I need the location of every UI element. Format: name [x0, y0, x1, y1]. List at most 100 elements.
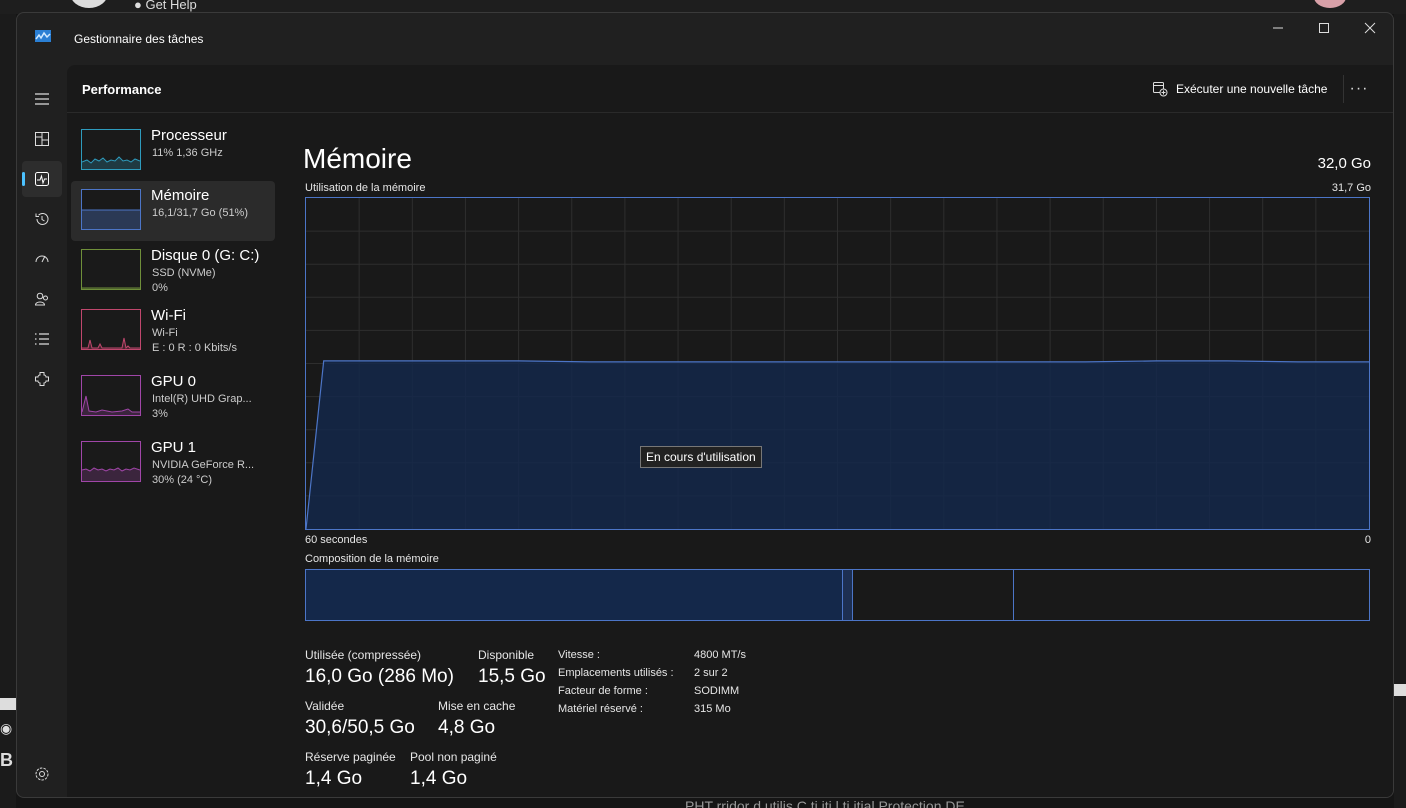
- paged-pool-value: 1,4 Go: [305, 768, 363, 789]
- chart-x-label-left: 60 secondes: [305, 534, 368, 546]
- composition-standby: [853, 570, 1014, 620]
- close-button[interactable]: [1347, 13, 1393, 43]
- cached-value: 4,8 Go: [438, 717, 496, 738]
- nav-performance[interactable]: [22, 161, 62, 197]
- startup-apps-icon: [35, 255, 49, 263]
- form-factor-key: Facteur de forme :: [558, 685, 648, 697]
- chart-x-label-right: 0: [1364, 534, 1371, 546]
- nav-users[interactable]: [22, 281, 62, 317]
- processes-icon: [35, 132, 49, 146]
- sidebar-item-gpu1[interactable]: GPU 1 NVIDIA GeForce R... 30% (24 °C): [71, 433, 275, 499]
- sidebar-item-gpu0-detail: Intel(R) UHD Grap...: [152, 393, 252, 405]
- users-icon: [34, 292, 48, 306]
- sidebar-item-processor-thumbnail: [81, 129, 141, 170]
- sidebar-item-wifi-name: Wi-Fi: [151, 307, 186, 324]
- hamburger-menu-button[interactable]: [22, 81, 62, 117]
- background-bottom-text: PHT rridor d utilis C ti iti l ti itial …: [685, 798, 965, 808]
- sidebar-item-memory[interactable]: Mémoire 16,1/31,7 Go (51%): [71, 181, 275, 241]
- nav-app-history[interactable]: [22, 201, 62, 237]
- available-value: 15,5 Go: [478, 666, 546, 687]
- composition-modified: [842, 570, 853, 620]
- slots-used-value: 2 sur 2: [694, 667, 728, 679]
- in-use-tooltip: En cours d'utilisation: [640, 446, 762, 468]
- cached-label: Mise en cache: [438, 699, 516, 713]
- details-icon: [35, 333, 49, 345]
- speed-value: 4800 MT/s: [694, 649, 746, 661]
- available-label: Disponible: [478, 648, 535, 662]
- sidebar-item-wifi[interactable]: Wi-Fi Wi-Fi E : 0 R : 0 Kbits/s: [71, 301, 275, 367]
- memory-composition-label: Composition de la mémoire: [305, 553, 439, 565]
- background-avatar: [70, 0, 108, 8]
- paged-pool-label: Réserve paginée: [305, 750, 396, 764]
- background-right-strip: [1394, 14, 1406, 808]
- in-use-value: 16,0 Go (286 Mo): [305, 666, 454, 687]
- sidebar-item-gpu1-thumbnail: [81, 441, 141, 482]
- minimize-button[interactable]: [1255, 13, 1301, 43]
- performance-icon: [35, 172, 49, 186]
- non-paged-pool-value: 1,4 Go: [410, 768, 468, 789]
- maximize-icon: [1319, 23, 1329, 33]
- run-new-task-label: Exécuter une nouvelle tâche: [1176, 82, 1328, 96]
- settings-icon: [35, 767, 49, 781]
- memory-title: Mémoire: [303, 143, 412, 174]
- window-title: Gestionnaire des tâches: [74, 32, 204, 46]
- content-area: Performance Exécuter une nouvelle tâche …: [67, 65, 1393, 797]
- run-new-task-button[interactable]: Exécuter une nouvelle tâche: [1152, 79, 1327, 99]
- nav-settings[interactable]: [22, 756, 62, 792]
- minimize-icon: [1273, 27, 1283, 29]
- more-options-button[interactable]: ···: [1345, 77, 1373, 101]
- nav-services[interactable]: [22, 361, 62, 397]
- sidebar-item-processor-detail: 11% 1,36 GHz: [152, 147, 223, 159]
- sidebar-item-disk-detail: SSD (NVMe): [152, 267, 216, 279]
- hamburger-icon: [35, 93, 49, 105]
- sidebar-item-memory-detail: 16,1/31,7 Go (51%): [152, 207, 249, 219]
- sidebar-item-disk-value: 0%: [152, 282, 168, 294]
- sidebar-item-gpu1-value: 30% (24 °C): [152, 474, 213, 486]
- nav-startup-apps[interactable]: [22, 241, 62, 277]
- slots-used-key: Emplacements utilisés :: [558, 667, 674, 679]
- sidebar-item-disk-name: Disque 0 (G: C:): [151, 247, 260, 264]
- sidebar-item-gpu0-thumbnail: [81, 375, 141, 416]
- close-icon: [1364, 22, 1376, 34]
- committed-label: Validée: [305, 699, 345, 713]
- sidebar-item-wifi-detail: Wi-Fi: [152, 327, 178, 339]
- sidebar-item-gpu1-detail: NVIDIA GeForce R...: [152, 459, 255, 471]
- nav-details[interactable]: [22, 321, 62, 357]
- memory-usage-max: 31,7 Go: [1331, 182, 1371, 194]
- composition-in-use: [306, 570, 843, 620]
- app-history-icon: [35, 213, 49, 225]
- sidebar-item-processor[interactable]: Processeur 11% 1,36 GHz: [71, 121, 275, 181]
- navigation-rail: [17, 65, 67, 797]
- memory-usage-svg: [306, 198, 1369, 529]
- committed-value: 30,6/50,5 Go: [305, 717, 415, 738]
- sidebar-item-gpu0-value: 3%: [152, 408, 168, 420]
- memory-total: 32,0 Go: [1317, 155, 1371, 172]
- memory-usage-chart: En cours d'utilisation: [305, 197, 1370, 530]
- run-new-task-icon: [1153, 82, 1168, 97]
- task-manager-app-icon: [35, 30, 51, 42]
- header-divider: [1343, 75, 1344, 103]
- sidebar-item-wifi-value: E : 0 R : 0 Kbits/s: [152, 342, 237, 354]
- sidebar-item-disk-thumbnail: [81, 249, 141, 290]
- in-use-label: Utilisée (compressée): [305, 648, 422, 662]
- maximize-button[interactable]: [1301, 13, 1347, 43]
- non-paged-pool-label: Pool non paginé: [410, 750, 497, 764]
- sidebar-item-disk[interactable]: Disque 0 (G: C:) SSD (NVMe) 0%: [71, 241, 275, 301]
- sidebar-item-memory-name: Mémoire: [151, 187, 210, 204]
- sidebar-item-gpu0[interactable]: GPU 0 Intel(R) UHD Grap... 3%: [71, 367, 275, 433]
- sidebar-item-wifi-thumbnail: [81, 309, 141, 350]
- more-options-icon: ···: [1349, 80, 1369, 97]
- sidebar-item-gpu1-name: GPU 1: [151, 439, 197, 456]
- hardware-reserved-key: Matériel réservé :: [558, 703, 643, 715]
- page-title: Performance: [82, 82, 162, 97]
- memory-usage-label: Utilisation de la mémoire: [305, 182, 426, 194]
- hardware-reserved-value: 315 Mo: [694, 703, 731, 715]
- speed-key: Vitesse :: [558, 649, 600, 661]
- background-left-strip: ◉ B: [0, 14, 16, 808]
- sidebar-item-gpu0-name: GPU 0: [151, 373, 197, 390]
- resource-sidebar: Processeur 11% 1,36 GHz Mémoire 16,1/31,7 G…: [71, 121, 275, 499]
- title-bar[interactable]: Gestionnaire des tâches: [17, 13, 1393, 65]
- nav-processes[interactable]: [22, 121, 62, 157]
- memory-composition-bar: [305, 569, 1370, 621]
- form-factor-value: SODIMM: [694, 685, 740, 697]
